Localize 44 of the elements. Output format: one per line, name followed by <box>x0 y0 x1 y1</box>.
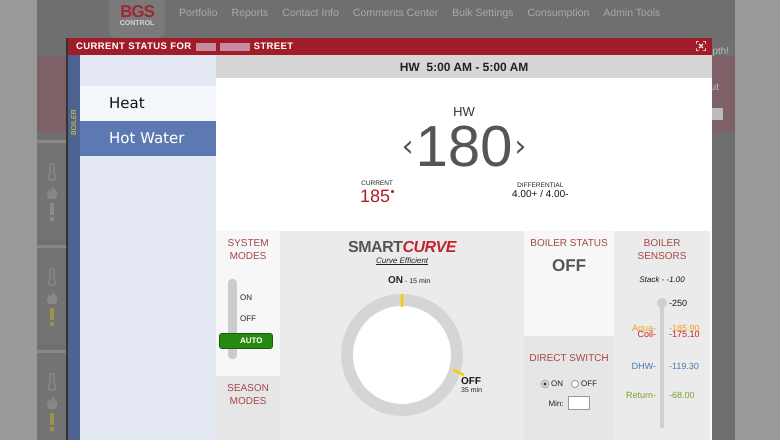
panel-title: SYSTEM MODES <box>226 237 270 263</box>
sensor-value: -68.00 <box>669 391 695 400</box>
stack-reading: Stack - -1.00 <box>639 275 685 284</box>
differential-value: 4.00+ / 4.00- <box>512 189 568 200</box>
logo-text: BGS <box>120 3 154 20</box>
panel-title: DIRECT SWITCH <box>529 352 609 365</box>
banner-text: pth! <box>712 46 729 57</box>
sensor-name: Aqua- <box>630 324 656 333</box>
logo-tagline: Curve Efficient <box>376 256 428 265</box>
radio-option[interactable]: OFF <box>571 379 597 388</box>
current-value: 185 <box>360 187 390 206</box>
sensor-name: Coil- <box>637 330 656 340</box>
input-field[interactable] <box>711 108 723 120</box>
dialog-title: CURRENT STATUS FOR <box>76 41 192 52</box>
decrease-button[interactable]: ‹ <box>402 129 414 164</box>
increase-button[interactable]: › <box>514 129 526 164</box>
setpoint-label: HW <box>453 104 475 120</box>
mode-option[interactable]: AUTO <box>219 333 273 349</box>
panel-title: BOILER SENSORS <box>636 237 688 263</box>
sensor-name: Return- <box>624 391 656 400</box>
radio-button[interactable] <box>541 380 549 388</box>
off-label: OFF <box>461 376 481 387</box>
minutes-input[interactable] <box>568 396 590 410</box>
boiler-status-value: OFF <box>552 256 586 276</box>
redacted-block <box>196 42 216 50</box>
sensor-value: -175.10 <box>669 330 700 340</box>
sidebar-item[interactable]: Hot Water <box>80 121 216 156</box>
mode-option[interactable]: OFF <box>223 312 273 326</box>
radio-option[interactable]: ON <box>541 379 563 388</box>
sensor-value: -119.30 <box>669 362 699 371</box>
redacted-block <box>220 42 250 50</box>
mode-option[interactable]: ON <box>223 291 273 305</box>
sidebar-item[interactable]: Heat <box>80 86 216 121</box>
expand-icon[interactable] <box>696 41 706 51</box>
smartcurve-logo: SMARTCURVE <box>348 240 456 256</box>
schedule-text: HW 5:00 AM - 5:00 AM <box>400 60 528 74</box>
sensor-name: DHW- <box>630 362 656 371</box>
min-label: Min: <box>548 398 564 408</box>
radio-button[interactable] <box>571 380 579 388</box>
degree-icon <box>391 190 394 194</box>
panel-title: BOILER STATUS <box>530 237 608 250</box>
dialog-title: STREET <box>254 41 294 52</box>
scale-max-label: -250 <box>669 298 688 308</box>
panel-title: SEASON MODES <box>226 382 270 408</box>
